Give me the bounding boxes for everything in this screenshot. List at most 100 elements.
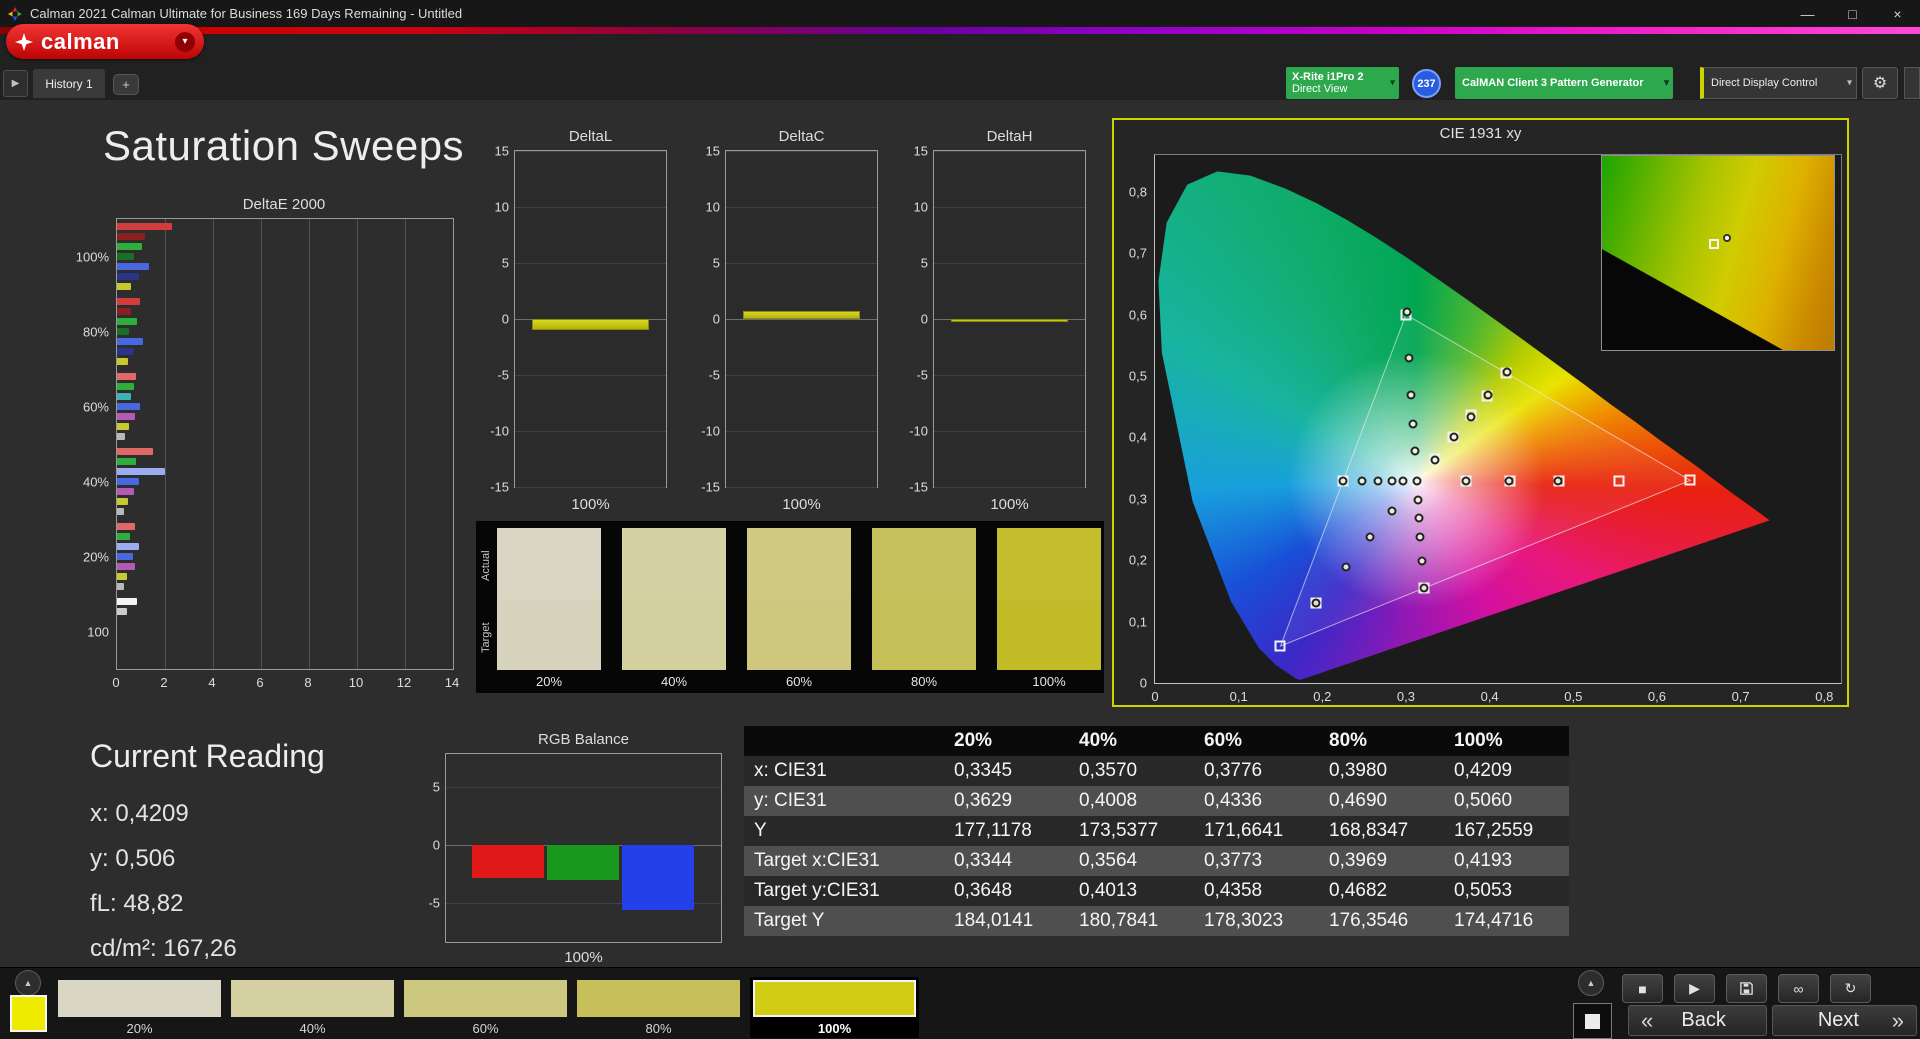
delta-gridline: [934, 151, 1085, 152]
table-header: [744, 726, 944, 756]
delta-x-label: 100%: [990, 496, 1029, 513]
delta-chart-title: DeltaC: [778, 128, 825, 145]
deltae-bar: [117, 273, 139, 280]
delta-y-tick: 15: [913, 143, 928, 159]
deltae-bar: [117, 338, 144, 345]
deltae-group-label: 20%: [82, 549, 109, 564]
compare-actual-swatch: [497, 528, 601, 599]
cie-measured-point: [1311, 598, 1321, 608]
delta-y-tick: -15: [701, 479, 720, 495]
cie-measured-point: [1502, 367, 1512, 377]
cie-y-tick: 0,5: [1128, 368, 1147, 384]
delta-y-tick: -5: [916, 367, 928, 383]
minimize-button[interactable]: —: [1785, 0, 1830, 27]
compare-target-swatch: [747, 599, 851, 670]
inset-target-marker: [1708, 239, 1719, 250]
table-cell: 0,5053: [1454, 880, 1513, 901]
cie-measured-point: [1430, 455, 1440, 465]
table-cell: 0,4008: [1079, 790, 1138, 811]
play-button[interactable]: ▶: [1674, 974, 1715, 1003]
delta-gridline: [934, 375, 1085, 376]
cie-measured-point: [1406, 390, 1416, 399]
table-cell: 176,3546: [1329, 910, 1409, 931]
link-readings-button[interactable]: ∞: [1778, 974, 1819, 1003]
rgb-balance-chart: 5 0 -5: [428, 753, 722, 943]
cie-1931-panel[interactable]: CIE 1931 xy 0 0,1 0,2 0,3 0,4 0,5 0,6 0,7 0,8 0,8…: [1112, 118, 1849, 707]
saturation-swatch-20%[interactable]: 20%: [58, 980, 221, 1036]
delta-y-tick: -10: [701, 423, 720, 439]
add-tab-button[interactable]: +: [113, 74, 139, 95]
deltae-bar: [117, 243, 143, 250]
back-button[interactable]: « Back: [1628, 1005, 1767, 1036]
table-cell: 0,3345: [954, 760, 1013, 781]
close-button[interactable]: ×: [1875, 0, 1920, 27]
meter-mode: Direct View: [1292, 83, 1348, 95]
saturation-swatch-40%[interactable]: 40%: [231, 980, 394, 1036]
swatch-scroll-up-right-button[interactable]: ▲: [1578, 970, 1604, 996]
settings-button[interactable]: ⚙: [1862, 67, 1898, 99]
saturation-swatch-100%[interactable]: 100%: [750, 977, 919, 1038]
compare-actual-swatch: [872, 528, 976, 599]
swatch-label: 60%: [472, 1021, 499, 1036]
cie-measured-point: [1553, 476, 1563, 486]
window-title: Calman 2021 Calman Ultimate for Business…: [30, 6, 463, 21]
deltae-bar-stack: [117, 298, 453, 365]
table-row-label: x: CIE31: [754, 760, 827, 781]
cie-zoom-inset: [1601, 155, 1835, 351]
table-cell: 0,4690: [1329, 790, 1388, 811]
save-button[interactable]: [1726, 974, 1767, 1003]
delta-gridline: [515, 207, 666, 208]
deltae-bar: [117, 458, 137, 465]
cie-measured-point: [1387, 476, 1396, 486]
swatch-scroll-up-left-button[interactable]: ▲: [15, 970, 41, 996]
delta-value-bar: [742, 311, 861, 319]
next-button[interactable]: Next »: [1772, 1005, 1917, 1036]
toolbar-overflow-button[interactable]: [1904, 67, 1920, 99]
deltae-x-tick: 6: [256, 675, 264, 690]
delta-gridline: [934, 207, 1085, 208]
compare-actual-swatch: [622, 528, 726, 599]
reading-y: y: 0,506: [90, 845, 176, 872]
deltae-x-tick: 0: [112, 675, 120, 690]
table-row-label: y: CIE31: [754, 790, 827, 811]
rgb-balance-title: RGB Balance: [538, 731, 629, 748]
compare-column: 20%: [497, 528, 601, 689]
table-cell: 0,5060: [1454, 790, 1513, 811]
bottom-bar: ▲ 20% 40% 60% 80% 100% ▲ ■ ▶ ∞ ↻ « Back: [0, 967, 1920, 1039]
table-row: Target y:CIE31 0,3648 0,4013 0,4358 0,4682 0,…: [744, 876, 1569, 906]
stop-button[interactable]: ■: [1622, 974, 1663, 1003]
cie-x-tick: 0,3: [1396, 689, 1416, 704]
cie-x-tick: 0,5: [1564, 689, 1583, 704]
calman-window: Calman 2021 Calman Ultimate for Business…: [0, 0, 1920, 1039]
deltae-bar: [117, 383, 134, 390]
tab-scroll-button[interactable]: ▶: [3, 70, 28, 97]
calman-logo-menu[interactable]: calman ▾: [6, 24, 204, 59]
current-pattern-swatch[interactable]: [10, 995, 47, 1032]
display-control-dropdown[interactable]: Direct Display Control ▾: [1700, 67, 1857, 99]
meter-count-badge[interactable]: 237: [1412, 69, 1441, 98]
cie-measured-point: [1417, 556, 1427, 566]
pattern-window-button[interactable]: [1573, 1003, 1612, 1039]
cie-measured-point: [1414, 513, 1424, 523]
saturation-swatch-80%[interactable]: 80%: [577, 980, 740, 1036]
gear-icon: ⚙: [1872, 75, 1888, 92]
saturation-swatch-60%[interactable]: 60%: [404, 980, 567, 1036]
delta-chart-deltah: DeltaH 15 10 5 0 -5 -10 -15 100%: [909, 128, 1086, 513]
rgb-bar-green: [547, 845, 619, 881]
deltae-group: 100%: [76, 219, 453, 294]
table-row: Target x:CIE31 0,3344 0,3564 0,3773 0,3969 0,…: [744, 846, 1569, 876]
delta-y-tick: 0: [501, 311, 509, 327]
deltae-bar: [117, 348, 134, 355]
swatch-color: [753, 980, 916, 1017]
deltae-group: 80%: [83, 294, 453, 369]
pattern-generator-dropdown[interactable]: CalMAN Client 3 Pattern Generator ▾: [1455, 67, 1673, 99]
refresh-button[interactable]: ↻: [1830, 974, 1871, 1003]
table-cell: 0,3564: [1079, 850, 1138, 871]
delta-y-tick: 15: [705, 143, 720, 159]
deltae-bar: [117, 533, 131, 540]
tab-history-1[interactable]: History 1: [33, 69, 105, 98]
display-control-label: Direct Display Control: [1711, 77, 1818, 89]
meter-dropdown[interactable]: X-Rite i1Pro 2 Direct View ▾: [1286, 67, 1399, 99]
maximize-button[interactable]: □: [1830, 0, 1875, 27]
delta-gridline: [726, 487, 877, 488]
